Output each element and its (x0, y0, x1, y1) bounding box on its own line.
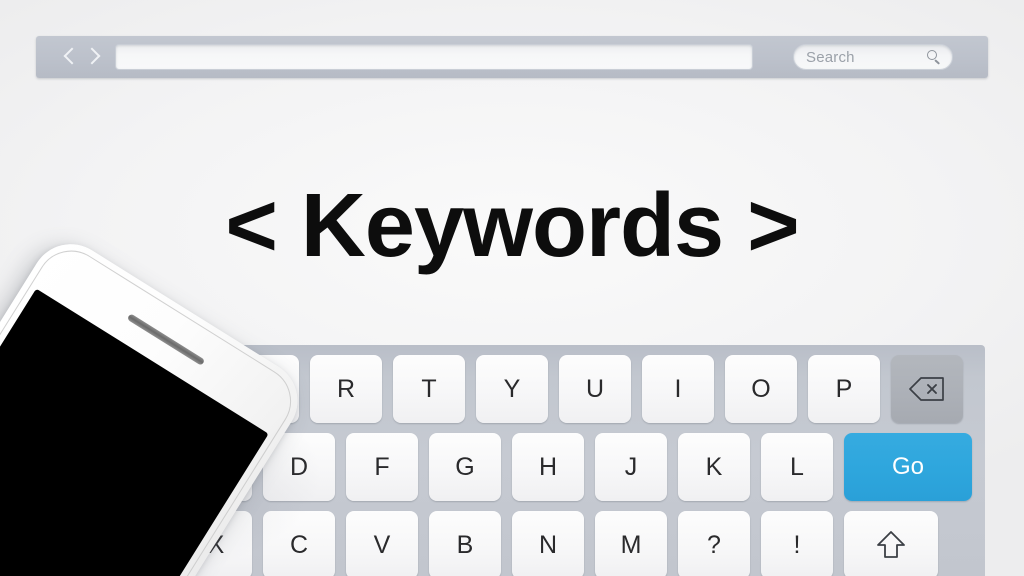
key-u[interactable]: U (559, 355, 631, 423)
key-z[interactable]: Z (97, 511, 169, 576)
shift-icon (876, 529, 906, 561)
address-bar[interactable] (115, 44, 753, 70)
key-t[interactable]: T (393, 355, 465, 423)
key-b[interactable]: B (429, 511, 501, 576)
key-f[interactable]: F (346, 433, 418, 501)
key-c[interactable]: C (263, 511, 335, 576)
key-v[interactable]: V (346, 511, 418, 576)
key-n[interactable]: N (512, 511, 584, 576)
keyboard-row-2: A S D F G H J K L Go (36, 433, 985, 501)
key-x[interactable]: X (180, 511, 252, 576)
page-title: < Keywords > (0, 176, 1024, 276)
key-m[interactable]: M (595, 511, 667, 576)
title-text: Keywords (300, 176, 724, 276)
key-q[interactable]: Q (61, 355, 133, 423)
keyboard-row-3: Z X C V B N M ? ! (36, 511, 985, 576)
title-close-angle: > (747, 176, 800, 276)
backspace-icon (908, 376, 946, 402)
key-o[interactable]: O (725, 355, 797, 423)
navigation-arrows (64, 47, 99, 67)
key-l[interactable]: L (761, 433, 833, 501)
key-w[interactable]: W (144, 355, 216, 423)
chevron-left-icon[interactable] (64, 47, 77, 67)
search-box[interactable]: Search (793, 44, 953, 70)
key-s[interactable]: S (180, 433, 252, 501)
key-i[interactable]: I (642, 355, 714, 423)
key-a[interactable]: A (97, 433, 169, 501)
key-question[interactable]: ? (678, 511, 750, 576)
onscreen-keyboard: Q W E R T Y U I O P A S D F G H J K L Go… (36, 345, 985, 576)
key-r[interactable]: R (310, 355, 382, 423)
key-h[interactable]: H (512, 433, 584, 501)
key-k[interactable]: K (678, 433, 750, 501)
key-shift[interactable] (844, 511, 938, 576)
key-g[interactable]: G (429, 433, 501, 501)
key-d[interactable]: D (263, 433, 335, 501)
key-backspace[interactable] (891, 355, 963, 423)
title-open-angle: < (225, 176, 278, 276)
key-j[interactable]: J (595, 433, 667, 501)
keyboard-row-1: Q W E R T Y U I O P (36, 355, 985, 423)
key-e[interactable]: E (227, 355, 299, 423)
browser-toolbar: Search (36, 36, 988, 78)
chevron-right-icon[interactable] (86, 47, 99, 67)
key-p[interactable]: P (808, 355, 880, 423)
key-go[interactable]: Go (844, 433, 972, 501)
search-input[interactable]: Search (806, 49, 927, 66)
key-exclamation[interactable]: ! (761, 511, 833, 576)
key-y[interactable]: Y (476, 355, 548, 423)
search-icon[interactable] (927, 49, 942, 65)
